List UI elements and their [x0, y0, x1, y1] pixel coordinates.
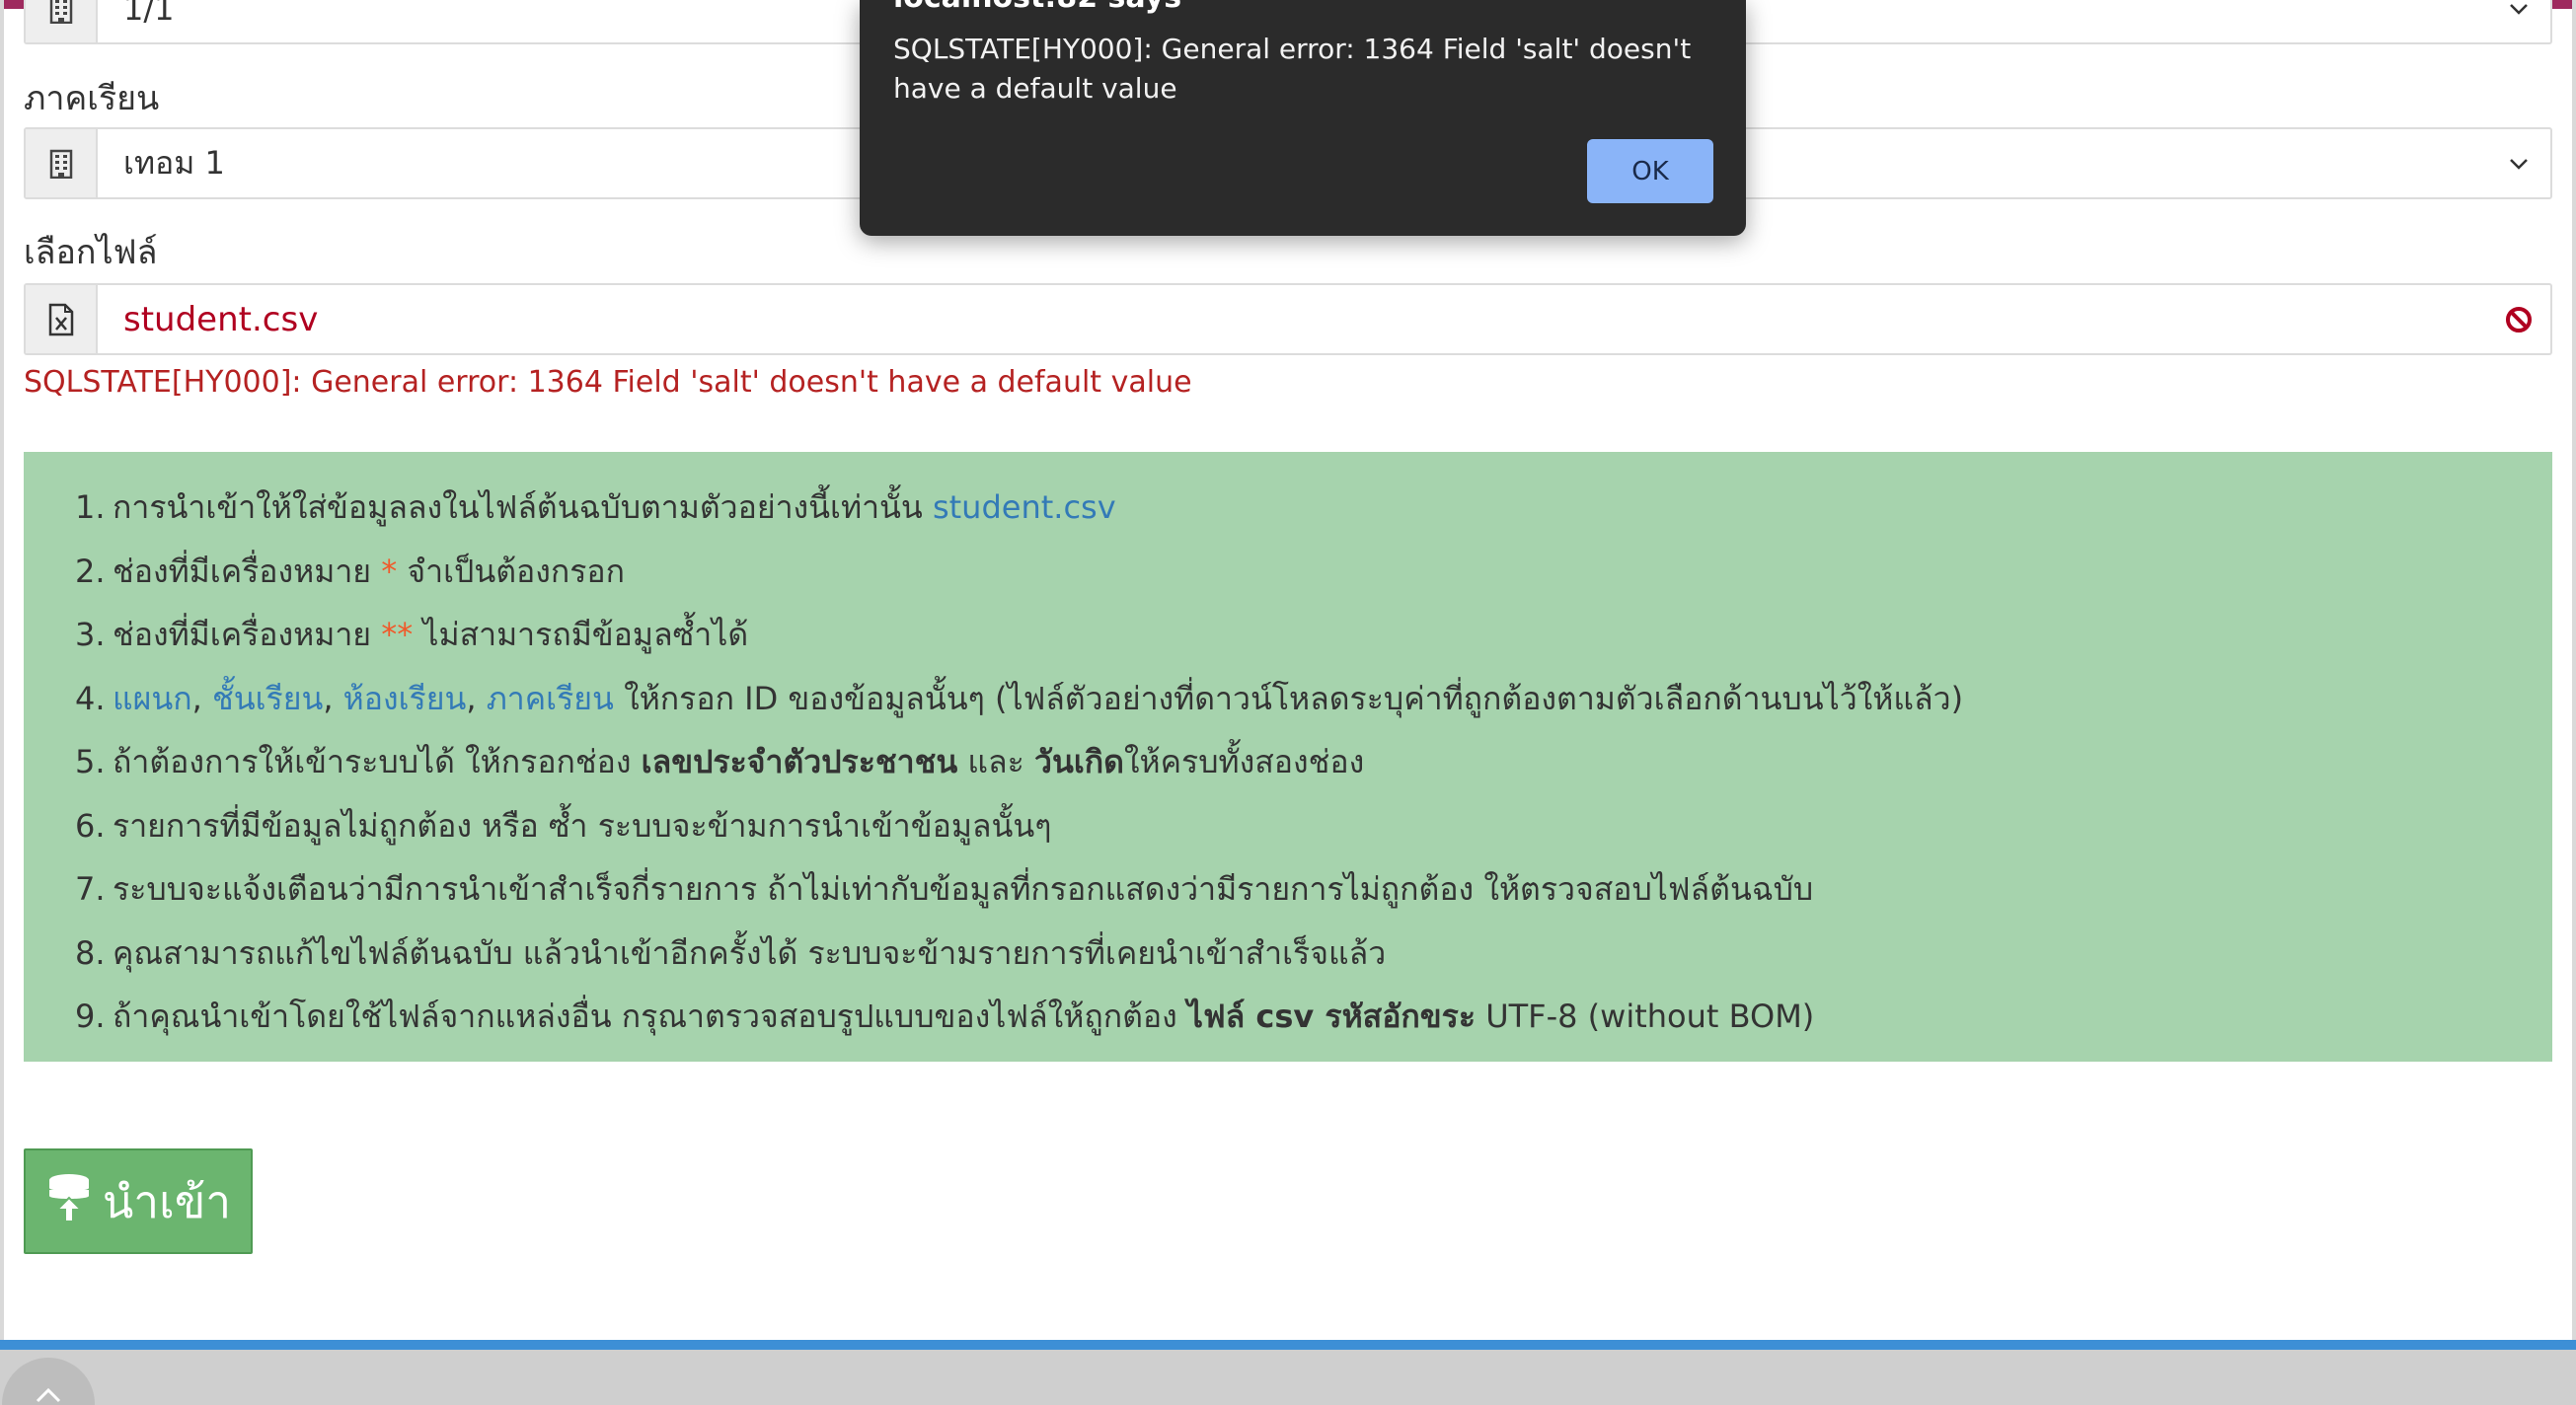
instruction-item-6: 6. รายการที่มีข้อมูลไม่ถูกต้อง หรือ ซ้ำ ร… — [24, 794, 2552, 858]
chevron-down-icon — [2487, 129, 2550, 197]
instruction-text: ถ้าคุณนำเข้าโดยใช้ไฟล์จากแหล่งอื่น กรุณา… — [113, 998, 1187, 1035]
separator: , — [323, 679, 343, 717]
upload-database-icon — [45, 1172, 93, 1230]
department-link[interactable]: แผนก — [113, 680, 192, 717]
instruction-text: ระบบจะแจ้งเตือนว่ามีการนำเข้าสำเร็จกี่รา… — [113, 870, 1814, 908]
instruction-text: ช่องที่มีเครื่องหมาย — [113, 552, 382, 590]
item-number: 8. — [75, 933, 106, 972]
dialog-message: SQLSTATE[HY000]: General error: 1364 Fie… — [893, 33, 1692, 105]
file-error-message: SQLSTATE[HY000]: General error: 1364 Fie… — [24, 365, 1192, 400]
instruction-text: และ — [957, 743, 1034, 780]
instructions-list: 1. การนำเข้าให้ใส่ข้อมูลลงในไฟล์ต้นฉบับตา… — [24, 476, 2552, 1049]
instruction-text: การนำเข้าให้ใส่ข้อมูลลงในไฟล์ต้นฉบับตามต… — [113, 488, 933, 526]
instruction-text: ไม่สามารถมีข้อมูลซ้ำได้ — [413, 616, 749, 653]
sample-file-link[interactable]: student.csv — [933, 488, 1116, 526]
ok-button[interactable]: OK — [1587, 139, 1713, 203]
classroom-link[interactable]: ห้องเรียน — [343, 680, 467, 717]
id-card-field-name: เลขประจำตัวประชาชน — [641, 743, 958, 780]
page: 1/1 ภาคเรียน เทอม 1 เลือกไฟล์ student.cs… — [0, 0, 2576, 1405]
page-left-edge — [0, 0, 4, 1352]
instruction-item-1: 1. การนำเข้าให้ใส่ข้อมูลลงในไฟล์ต้นฉบับตา… — [24, 476, 2552, 540]
building-icon — [26, 0, 98, 42]
unique-mark: ** — [381, 616, 414, 653]
building-icon — [26, 129, 98, 197]
instruction-text: รายการที่มีข้อมูลไม่ถูกต้อง หรือ ซ้ำ ระบ… — [113, 806, 1052, 845]
dialog-title: localhost:82 says — [893, 0, 1181, 15]
instruction-item-7: 7. ระบบจะแจ้งเตือนว่ามีการนำเข้าสำเร็จกี่… — [24, 857, 2552, 922]
item-number: 6. — [75, 806, 106, 845]
instruction-item-2: 2. ช่องที่มีเครื่องหมาย * จำเป็นต้องกรอก — [24, 540, 2552, 604]
instruction-item-8: 8. คุณสามารถแก้ไขไฟล์ต้นฉบับ แล้วนำเข้าอี… — [24, 922, 2552, 986]
excel-file-icon — [26, 285, 98, 353]
file-input[interactable]: student.csv — [24, 283, 2552, 355]
file-name: student.csv — [123, 299, 319, 339]
item-number: 4. — [75, 679, 106, 717]
required-mark: * — [381, 552, 398, 590]
instruction-item-3: 3. ช่องที่มีเครื่องหมาย ** ไม่สามารถมีข้อ… — [24, 603, 2552, 667]
semester-label: ภาคเรียน — [24, 79, 160, 118]
semester-link[interactable]: ภาคเรียน — [487, 680, 614, 717]
page-right-edge — [2572, 0, 2576, 1352]
class-level-link[interactable]: ชั้นเรียน — [212, 680, 323, 717]
instruction-text: UTF-8 (without BOM) — [1476, 998, 1815, 1035]
item-number: 5. — [75, 743, 106, 780]
item-number: 7. — [75, 870, 106, 908]
birthdate-field-name: วันเกิด — [1033, 743, 1124, 780]
file-format-requirement: ไฟล์ csv รหัสอักขระ — [1186, 998, 1477, 1035]
alert-dialog: localhost:82 says SQLSTATE[HY000]: Gener… — [860, 0, 1746, 236]
chevron-down-icon — [2487, 0, 2550, 42]
instruction-text: ช่องที่มีเครื่องหมาย — [113, 616, 382, 653]
item-number: 9. — [75, 998, 106, 1035]
instruction-text: ให้ครบทั้งสองช่อง — [1123, 743, 1365, 780]
instruction-text: ให้กรอก ID ของข้อมูลนั้นๆ (ไฟล์ตัวอย่างท… — [613, 679, 1964, 717]
item-number: 1. — [75, 488, 106, 526]
instruction-item-5: 5. ถ้าต้องการให้เข้าระบบได้ ให้กรอกช่อง เ… — [24, 730, 2552, 794]
instructions-box: 1. การนำเข้าให้ใส่ข้อมูลลงในไฟล์ต้นฉบับตา… — [24, 452, 2552, 1062]
import-button-label: นำเข้า — [102, 1174, 232, 1228]
instruction-item-4: 4. แผนก, ชั้นเรียน, ห้องเรียน, ภาคเรียน ใ… — [24, 667, 2552, 731]
item-number: 2. — [75, 552, 106, 590]
instruction-text: จำเป็นต้องกรอก — [397, 552, 625, 590]
separator: , — [191, 679, 212, 717]
chevron-up-icon — [35, 1387, 62, 1405]
footer — [0, 1350, 2576, 1405]
instruction-item-9: 9. ถ้าคุณนำเข้าโดยใช้ไฟล์จากแหล่งอื่น กรุ… — [24, 985, 2552, 1049]
no-entry-icon[interactable] — [2487, 285, 2550, 353]
instruction-text: ถ้าต้องการให้เข้าระบบได้ ให้กรอกช่อง — [113, 743, 642, 780]
import-button[interactable]: นำเข้า — [24, 1148, 253, 1254]
item-number: 3. — [75, 616, 106, 653]
separator: , — [466, 679, 487, 717]
instruction-text: คุณสามารถแก้ไขไฟล์ต้นฉบับ แล้วนำเข้าอีกค… — [113, 933, 1387, 972]
file-label: เลือกไฟล์ — [24, 233, 158, 272]
footer-divider — [0, 1340, 2576, 1350]
